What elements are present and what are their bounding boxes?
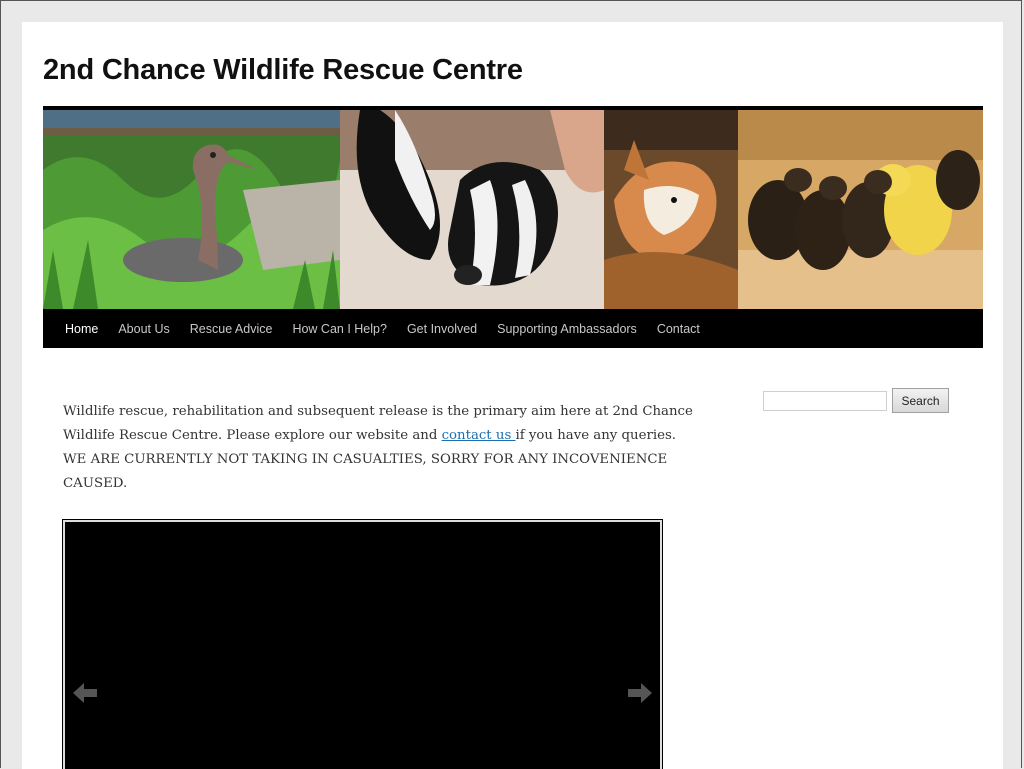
header-banner-image[interactable]	[43, 110, 983, 309]
arrow-left-icon[interactable]	[73, 682, 97, 704]
nav-item-supporting-ambassadors[interactable]: Supporting Ambassadors	[487, 322, 647, 336]
nav-item-get-involved[interactable]: Get Involved	[397, 322, 487, 336]
intro-paragraph: Wildlife rescue, rehabilitation and subs…	[63, 400, 703, 496]
image-slideshow[interactable]	[62, 519, 663, 769]
page-container: 2nd Chance Wildlife Rescue Centre Home A…	[22, 22, 1003, 769]
main-navigation: Home About Us Rescue Advice How Can I He…	[43, 309, 983, 348]
banner-ducklings-photo	[738, 110, 983, 309]
nav-item-home[interactable]: Home	[55, 322, 108, 336]
banner-fox-photo	[604, 110, 738, 309]
banner-badgers-photo	[340, 110, 604, 309]
browser-frame: 2nd Chance Wildlife Rescue Centre Home A…	[0, 0, 1022, 769]
search-input[interactable]	[763, 391, 887, 411]
nav-item-about-us[interactable]: About Us	[108, 322, 179, 336]
nav-item-contact[interactable]: Contact	[647, 322, 710, 336]
site-title[interactable]: 2nd Chance Wildlife Rescue Centre	[43, 54, 523, 87]
banner-grebe-photo	[43, 110, 340, 309]
search-button[interactable]: Search	[892, 388, 949, 413]
nav-item-how-can-i-help[interactable]: How Can I Help?	[282, 322, 397, 336]
arrow-right-icon[interactable]	[628, 682, 652, 704]
nav-item-rescue-advice[interactable]: Rescue Advice	[180, 322, 283, 336]
contact-us-link[interactable]: contact us	[442, 428, 516, 443]
